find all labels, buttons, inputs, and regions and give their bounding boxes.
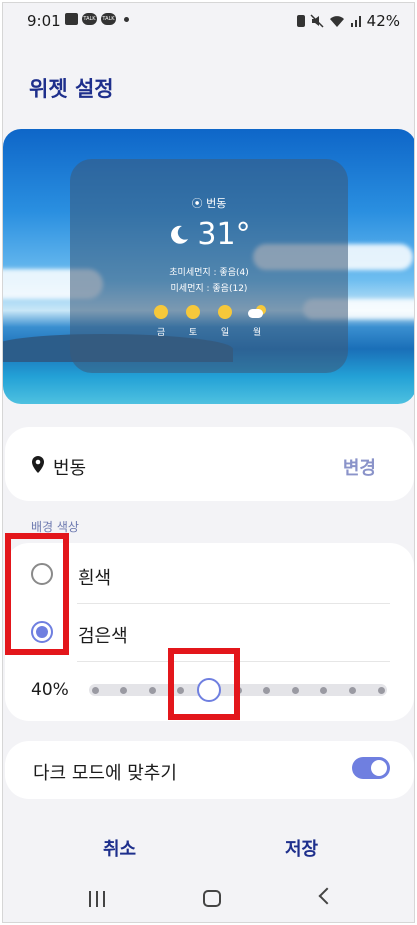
location-name: 번동 — [53, 458, 87, 479]
location-pin-icon — [32, 456, 44, 473]
sun-icon — [186, 305, 200, 319]
slider-tick — [348, 687, 356, 694]
highlight-box-slider-thumb — [168, 648, 240, 720]
dark-mode-label: 다크 모드에 맞추기 — [33, 763, 177, 784]
location-pin-icon: ⦿ — [191, 197, 203, 210]
forecast-day: 일 — [214, 305, 236, 338]
slider-tick — [148, 687, 156, 694]
forecast-day: 금 — [150, 305, 172, 338]
recent-apps-icon[interactable] — [89, 891, 105, 907]
slider-tick — [120, 687, 128, 694]
dust-text: 미세먼지 : 좋음(12) — [170, 284, 248, 294]
status-bar: 9:01 TALK TALK 42% — [3, 3, 414, 37]
sun-icon — [154, 305, 168, 319]
save-button[interactable]: 저장 — [285, 835, 318, 861]
mute-icon — [310, 14, 324, 28]
status-icons: 42% — [296, 12, 400, 30]
talk-icon: TALK — [101, 13, 116, 25]
home-icon[interactable] — [203, 890, 221, 907]
change-location-button[interactable]: 변경 — [343, 454, 376, 480]
dark-mode-toggle[interactable] — [352, 757, 390, 779]
widget-location: ⦿ 번동 — [191, 197, 227, 210]
slider-tick — [377, 687, 385, 694]
slider-tick — [91, 687, 99, 694]
slider-tick — [263, 687, 271, 694]
back-icon[interactable] — [318, 887, 336, 905]
wifi-icon — [329, 15, 344, 27]
location-card: 번동 변경 — [5, 427, 414, 501]
battery-saver-icon — [296, 15, 305, 27]
dark-mode-card[interactable]: 다크 모드에 맞추기 — [5, 741, 414, 799]
widget-temperature-row: 31° — [70, 217, 348, 252]
dot-icon — [124, 16, 129, 22]
signal-icon — [350, 16, 361, 27]
highlight-box-radios — [5, 533, 69, 655]
forecast-row: 금 토 일 월 — [150, 305, 268, 338]
notification-icons: TALK TALK — [65, 13, 129, 25]
battery-level: 42% — [366, 12, 400, 30]
talk-icon: TALK — [82, 13, 97, 25]
radio-label: 검은색 — [78, 626, 128, 647]
sun-icon — [218, 305, 232, 319]
clock: 9:01 — [27, 12, 61, 30]
slider-tick — [320, 687, 328, 694]
transparency-value: 40% — [31, 680, 69, 700]
radio-label: 흰색 — [78, 568, 112, 589]
navigation-bar — [3, 883, 414, 917]
cloud-sun-icon — [248, 305, 266, 319]
image-icon — [65, 13, 78, 25]
moon-icon — [171, 225, 189, 244]
forecast-day: 월 — [246, 305, 268, 338]
slider-tick — [291, 687, 299, 694]
widget-temperature: 31° — [197, 217, 251, 252]
forecast-day: 토 — [182, 305, 204, 338]
widget-preview: ⦿ 번동 31° 초미세먼지 : 좋음(4) 미세먼지 : 좋음(12) 금 토 — [3, 129, 414, 404]
cancel-button[interactable]: 취소 — [103, 835, 136, 861]
screen: 9:01 TALK TALK 42% 위젯 설정 ⦿ 번동 31° 초미세먼지 … — [2, 2, 415, 923]
page-title: 위젯 설정 — [29, 77, 114, 101]
weather-widget: ⦿ 번동 31° 초미세먼지 : 좋음(4) 미세먼지 : 좋음(12) 금 토 — [70, 159, 348, 373]
fine-dust-text: 초미세먼지 : 좋음(4) — [169, 268, 249, 278]
